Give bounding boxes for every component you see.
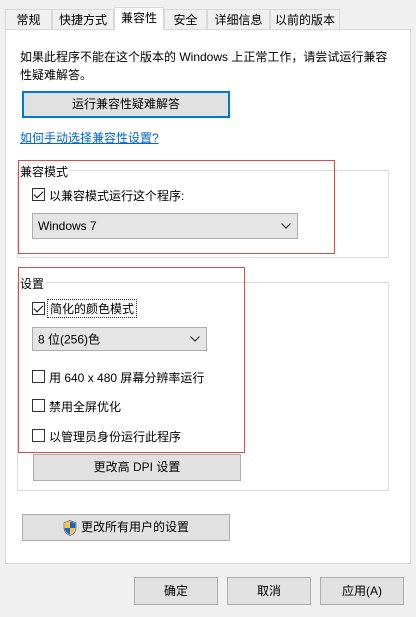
run-as-admin-checkbox[interactable]: [32, 429, 45, 442]
reduced-color-label: 简化的颜色模式: [47, 299, 138, 318]
fullscreen-optimization-label: 禁用全屏优化: [49, 400, 122, 414]
reduced-color-checkbox[interactable]: [32, 302, 45, 315]
uac-shield-icon: [63, 520, 77, 536]
all-users-button[interactable]: 更改所有用户的设置: [22, 514, 230, 541]
description-text: 如果此程序不能在这个版本的 Windows 上正常工作，请尝试运行兼容性疑难解答…: [20, 50, 388, 82]
run-as-admin-label: 以管理员身份运行此程序: [49, 430, 182, 444]
ok-button[interactable]: 确定: [134, 577, 218, 605]
apply-button[interactable]: 应用(A): [320, 577, 404, 605]
tab-compatibility[interactable]: 兼容性: [114, 7, 164, 30]
tab-shortcut[interactable]: 快捷方式: [52, 9, 114, 29]
troubleshoot-button[interactable]: 运行兼容性疑难解答: [22, 91, 230, 118]
chevron-down-icon: [281, 223, 291, 229]
compat-mode-label: 以兼容模式运行这个程序:: [49, 189, 185, 203]
tab-previous-versions[interactable]: 以前的版本: [270, 9, 340, 29]
color-depth-value: 8 位(256)色: [38, 332, 101, 347]
resolution-640-label: 用 640 x 480 屏幕分辨率运行: [49, 371, 205, 385]
all-users-label: 更改所有用户的设置: [81, 520, 190, 534]
cancel-button[interactable]: 取消: [227, 577, 311, 605]
high-dpi-button[interactable]: 更改高 DPI 设置: [33, 454, 241, 481]
tab-general[interactable]: 常规: [5, 9, 52, 29]
manual-settings-link[interactable]: 如何手动选择兼容性设置?: [20, 129, 159, 146]
os-version-select[interactable]: Windows 7: [32, 213, 298, 239]
compat-mode-checkbox[interactable]: [32, 188, 45, 201]
chevron-down-icon: [190, 336, 200, 342]
color-depth-select[interactable]: 8 位(256)色: [32, 327, 207, 351]
tab-details[interactable]: 详细信息: [207, 9, 270, 29]
os-version-value: Windows 7: [38, 219, 97, 233]
fullscreen-optimization-checkbox[interactable]: [32, 399, 45, 412]
compat-mode-title: 兼容模式: [18, 163, 71, 180]
settings-title: 设置: [18, 275, 47, 292]
resolution-640-checkbox[interactable]: [32, 370, 45, 383]
tab-security[interactable]: 安全: [164, 9, 207, 29]
compatibility-panel: 如果此程序不能在这个版本的 Windows 上正常工作，请尝试运行兼容性疑难解答…: [5, 29, 411, 564]
